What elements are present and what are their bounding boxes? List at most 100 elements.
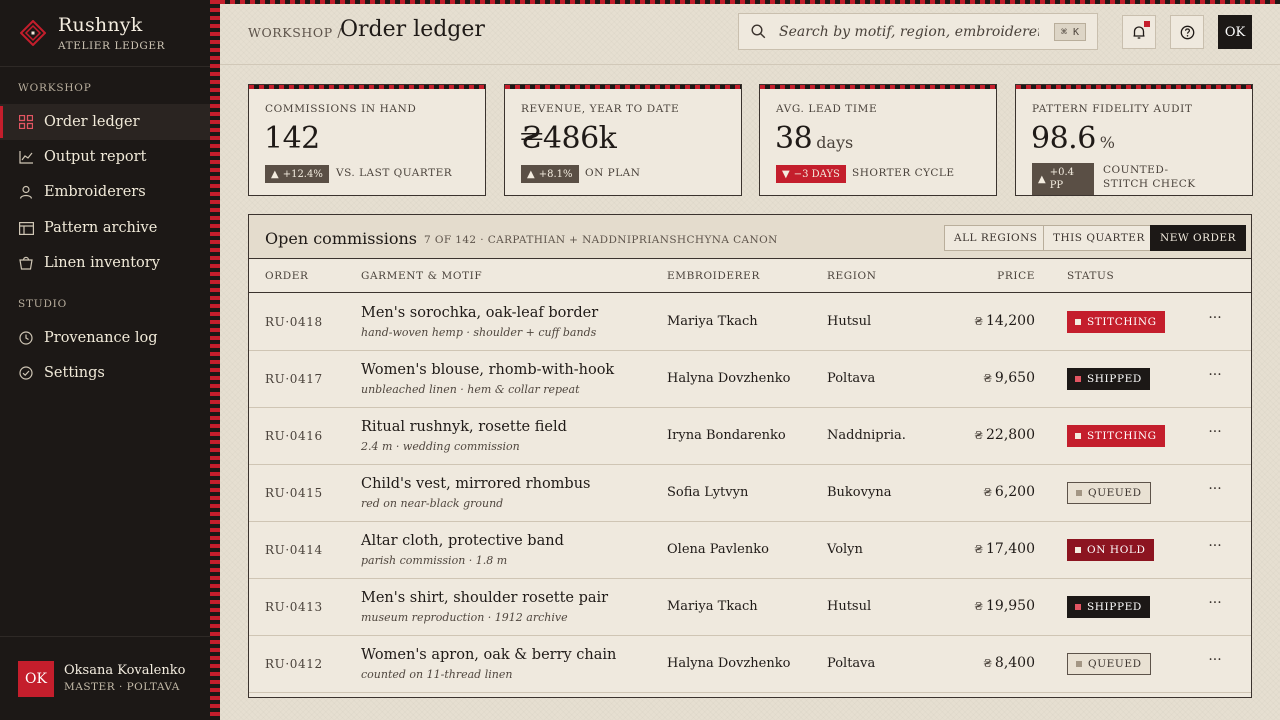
status-badge: SHIPPED [1067,368,1150,390]
embroiderer-name: Sofia Lytvyn [667,485,749,500]
price: ₴ 17,400 [974,541,1035,557]
sidebar-item-order-ledger[interactable]: Order ledger [0,104,210,140]
garment-detail: counted on 11-thread linen [361,668,513,681]
brand[interactable]: Rushnyk ATELIER LEDGER [18,14,198,54]
embroiderer-name: Halyna Dovzhenko [667,371,791,386]
new-order-button[interactable]: NEW ORDER [1150,225,1246,251]
kpi-label: PATTERN FIDELITY AUDIT [1032,103,1193,115]
status-badge: SHIPPED [1067,596,1150,618]
filter-all-regions-button[interactable]: ALL REGIONS [944,225,1048,251]
search-shortcut: ⌘ K [1053,23,1086,41]
rhombus-logo-icon [20,20,46,46]
kpi-note: ON PLAN [585,167,641,179]
status-square-icon [1075,376,1081,382]
breadcrumb[interactable]: WORKSHOP / [248,25,342,40]
kpi-label: AVG. LEAD TIME [776,103,878,115]
order-id: RU·0417 [265,372,323,386]
order-id: RU·0415 [265,486,323,500]
garment-title: Child's vest, mirrored rhombus [361,476,591,492]
basket-icon [18,255,34,271]
region: Poltava [827,656,876,671]
currency-symbol: ₴ [974,429,983,442]
sidebar-item-embroiderers[interactable]: Embroiderers [0,174,210,210]
page-title: Order ledger [340,17,485,42]
more-actions-icon[interactable]: ··· [1205,652,1225,672]
more-actions-icon[interactable]: ··· [1205,538,1225,558]
more-actions-icon[interactable]: ··· [1205,424,1225,444]
kpi-value: 142 [264,121,320,156]
embroiderer-name: Iryna Bondarenko [667,428,786,443]
region: Volyn [827,542,863,557]
triangle-up-icon: ▲ [527,168,535,180]
open-commissions-panel: Open commissions 7 OF 142 · CARPATHIAN +… [248,214,1252,698]
clock-icon [18,330,34,346]
status-square-icon [1075,547,1081,553]
kpi-card-commissions: COMMISSIONS IN HAND 142 ▲ +12.4% VS. LAST… [248,84,486,196]
help-icon [1180,25,1194,39]
table-row[interactable]: RU·0415 Child's vest, mirrored rhombus r… [249,465,1251,522]
user-card[interactable]: OK Oksana Kovalenko MASTER · POLTAVA [18,661,208,699]
order-id: RU·0412 [265,657,323,671]
table-row[interactable]: RU·0416 Ritual rushnyk, rosette field 2.… [249,408,1251,465]
status-badge: STITCHING [1067,425,1165,447]
table-row[interactable]: RU·0414 Altar cloth, protective band par… [249,522,1251,579]
help-button[interactable] [1170,15,1204,49]
garment-title: Women's blouse, rhomb-with-hook [361,362,615,378]
table-row[interactable]: RU·0418 Men's sorochka, oak-leaf border … [249,294,1251,351]
user-icon [18,184,34,200]
sidebar-item-linen-inventory[interactable]: Linen inventory [0,245,210,281]
column-header-garment[interactable]: GARMENT & MOTIF [361,270,482,282]
table-header: ORDER GARMENT & MOTIF EMBROIDERER REGION… [249,260,1251,293]
status-square-icon [1075,604,1081,610]
region: Naddnipria. [827,428,906,443]
more-actions-icon[interactable]: ··· [1205,481,1225,501]
garment-title: Men's sorochka, oak-leaf border [361,305,599,321]
triangle-down-icon: ▼ [782,168,790,180]
notifications-button[interactable] [1122,15,1156,49]
currency-symbol: ₴ [983,486,992,499]
kpi-note: COUNTED-STITCH CHECK [1103,164,1196,190]
price: ₴ 9,650 [983,370,1035,386]
kpi-label: COMMISSIONS IN HAND [265,103,417,115]
sidebar-item-provenance-log[interactable]: Provenance log [0,320,210,356]
more-actions-icon[interactable]: ··· [1205,367,1225,387]
sidebar-divider [0,66,210,67]
sidebar-item-pattern-archive[interactable]: Pattern archive [0,210,210,246]
garment-detail: unbleached linen · hem & collar repeat [361,383,580,396]
column-header-price[interactable]: PRICE [997,270,1035,282]
brand-subtitle: ATELIER LEDGER [58,40,166,52]
column-header-region[interactable]: REGION [827,270,877,282]
sidebar-item-settings[interactable]: Settings [0,355,210,391]
sidebar-item-label: Linen inventory [44,255,160,271]
kpi-label: REVENUE, YEAR TO DATE [521,103,680,115]
table-row[interactable]: RU·0412 Women's apron, oak & berry chain… [249,636,1251,693]
garment-title: Ritual rushnyk, rosette field [361,419,567,435]
table-row[interactable]: RU·0417 Women's blouse, rhomb-with-hook … [249,351,1251,408]
search-bar[interactable]: ⌘ K [738,13,1098,50]
status-badge: QUEUED [1067,482,1151,504]
price: ₴ 19,950 [974,598,1035,614]
user-role: MASTER · POLTAVA [64,681,180,693]
table-row[interactable]: RU·0413 Men's shirt, shoulder rosette pa… [249,579,1251,636]
status-square-icon [1076,661,1082,667]
sidebar-item-output-report[interactable]: Output report [0,139,210,175]
kpi-note: SHORTER CYCLE [852,167,955,179]
more-actions-icon[interactable]: ··· [1205,595,1225,615]
price: ₴ 8,400 [983,655,1035,671]
column-header-status[interactable]: STATUS [1067,270,1114,282]
grid-icon [18,114,34,130]
triangle-up-icon: ▲ [1038,173,1046,185]
avatar-button[interactable]: OK [1218,15,1252,49]
more-actions-icon[interactable]: ··· [1205,310,1225,330]
kpi-value: 98.6% [1031,121,1115,156]
embroiderer-name: Mariya Tkach [667,599,758,614]
column-header-order[interactable]: ORDER [265,270,309,282]
filter-this-quarter-button[interactable]: THIS QUARTER [1043,225,1155,251]
search-input[interactable] [779,22,1039,42]
garment-title: Women's apron, oak & berry chain [361,647,617,663]
region: Bukovyna [827,485,892,500]
column-header-embroiderer[interactable]: EMBROIDERER [667,270,760,282]
panel-title: Open commissions [265,229,417,248]
currency-symbol: ₴ [974,315,983,328]
kpi-note: VS. LAST QUARTER [336,167,453,179]
